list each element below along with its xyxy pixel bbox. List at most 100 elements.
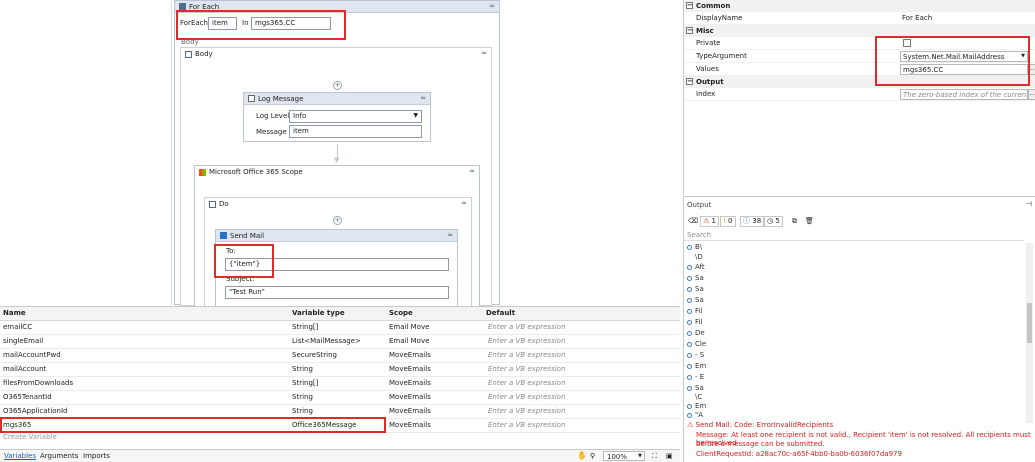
- copy-icon[interactable]: ⧉: [792, 217, 797, 226]
- collapse-icon[interactable]: ≈: [481, 50, 487, 57]
- info-filter-button[interactable]: ⓘ 38: [740, 216, 765, 227]
- variable-default-input[interactable]: Enter a VB expression: [488, 407, 565, 415]
- property-row-displayname[interactable]: DisplayName For Each: [684, 12, 1035, 25]
- log-line[interactable]: Fil: [687, 307, 702, 315]
- variable-scope[interactable]: MoveEmails: [389, 379, 431, 387]
- index-input[interactable]: The zero-based index of the current elem…: [900, 89, 1028, 100]
- variable-type[interactable]: String: [292, 393, 313, 401]
- variable-scope[interactable]: Email Move: [389, 323, 429, 331]
- pan-hand-icon[interactable]: ✋: [577, 451, 587, 460]
- properties-category-output[interactable]: − Output: [684, 76, 1035, 88]
- log-line[interactable]: - S: [687, 351, 704, 359]
- variable-default-input[interactable]: Enter a VB expression: [488, 365, 565, 373]
- log-line[interactable]: Sa: [687, 384, 704, 392]
- variable-scope[interactable]: MoveEmails: [389, 421, 431, 429]
- log-level-select[interactable]: Info ▼: [289, 110, 422, 123]
- variable-type[interactable]: String: [292, 365, 313, 373]
- table-row[interactable]: emailCC String[] Email Move Enter a VB e…: [0, 321, 680, 335]
- properties-category-misc[interactable]: − Misc: [684, 25, 1035, 37]
- display-name-value[interactable]: For Each: [902, 14, 932, 22]
- collapse-icon[interactable]: ≈: [469, 168, 475, 175]
- log-line[interactable]: Fil: [687, 318, 702, 326]
- variable-scope[interactable]: MoveEmails: [389, 351, 431, 359]
- column-header-default[interactable]: Default: [486, 309, 515, 317]
- table-row[interactable]: singleEmail List<MailMessage> Email Move…: [0, 335, 680, 349]
- property-row-values[interactable]: Values mgs365.CC ...: [684, 63, 1035, 76]
- output-scrollbar[interactable]: [1026, 243, 1033, 423]
- clear-icon[interactable]: ⌫: [688, 217, 698, 225]
- log-line[interactable]: \C: [695, 393, 702, 401]
- trash-icon[interactable]: 🗑: [805, 217, 814, 225]
- collapse-icon[interactable]: −: [686, 2, 693, 9]
- ellipsis-button[interactable]: ...: [1028, 89, 1035, 100]
- property-row-private[interactable]: Private: [684, 37, 1035, 50]
- variable-default-input[interactable]: Enter a VB expression: [488, 337, 565, 345]
- do-header[interactable]: Do ≈: [205, 198, 471, 210]
- variable-type[interactable]: Office365Message: [292, 421, 356, 429]
- variable-type[interactable]: String[]: [292, 323, 318, 331]
- create-variable-link[interactable]: Create Variable: [3, 433, 57, 441]
- scrollbar-thumb[interactable]: [1027, 303, 1032, 343]
- log-line[interactable]: "A: [687, 411, 703, 419]
- collapse-icon[interactable]: −: [686, 78, 693, 85]
- log-line[interactable]: Em: [687, 362, 706, 370]
- private-checkbox[interactable]: [903, 39, 911, 47]
- log-line[interactable]: Sa: [687, 285, 704, 293]
- properties-panel[interactable]: − Common DisplayName For Each − Misc Pri…: [683, 0, 1035, 195]
- zoom-search-icon[interactable]: ⚲: [590, 452, 595, 460]
- output-panel[interactable]: Output ⊣ ⌫ ⚠ 1 ! 0 ⓘ 38 ◷ 5 ⧉ 🗑 Search B…: [683, 196, 1035, 462]
- variable-scope[interactable]: Email Move: [389, 337, 429, 345]
- table-row[interactable]: O365TenantId String MoveEmails Enter a V…: [0, 391, 680, 405]
- log-message-header[interactable]: Log Message ≈: [244, 93, 430, 105]
- tab-variables[interactable]: Variables: [4, 452, 36, 460]
- type-argument-select[interactable]: System.Net.Mail.MailAddress ▼: [900, 51, 1028, 62]
- table-row[interactable]: O365ApplicationId String MoveEmails Ente…: [0, 405, 680, 419]
- table-row[interactable]: mailAccountPwd SecureString MoveEmails E…: [0, 349, 680, 363]
- table-row[interactable]: mailAccount String MoveEmails Enter a VB…: [0, 363, 680, 377]
- zoom-select[interactable]: 100% ▼: [603, 451, 645, 461]
- variable-scope[interactable]: MoveEmails: [389, 365, 431, 373]
- log-line[interactable]: Sa: [687, 274, 704, 282]
- foreach-in-input[interactable]: mgs365.CC: [251, 17, 331, 30]
- pin-icon[interactable]: ⊣: [1026, 200, 1032, 208]
- warnings-filter-button[interactable]: ! 0: [720, 216, 736, 227]
- log-line[interactable]: Cle: [687, 340, 706, 348]
- log-line[interactable]: Sa: [687, 296, 704, 304]
- collapse-icon[interactable]: ≈: [420, 95, 426, 102]
- variable-default-input[interactable]: Enter a VB expression: [488, 393, 565, 401]
- fit-screen-icon[interactable]: ⛶: [652, 452, 657, 461]
- variable-type[interactable]: String: [292, 407, 313, 415]
- subject-input[interactable]: "Test Run": [225, 286, 449, 299]
- office365-scope-header[interactable]: Microsoft Office 365 Scope ≈: [195, 166, 479, 178]
- property-row-index[interactable]: Index The zero-based index of the curren…: [684, 88, 1035, 101]
- error-line[interactable]: ⚠ Send Mail: Code: ErrorInvalidRecipient…: [687, 421, 833, 429]
- properties-category-common[interactable]: − Common: [684, 0, 1035, 12]
- table-row[interactable]: filesFromDownloads String[] MoveEmails E…: [0, 377, 680, 391]
- variable-default-input[interactable]: Enter a VB expression: [488, 351, 565, 359]
- column-header-scope[interactable]: Scope: [389, 309, 413, 317]
- workflow-designer[interactable]: For Each ≈ ForEach item In mgs365.CC Bod…: [0, 0, 680, 309]
- search-input[interactable]: Search: [684, 230, 1024, 241]
- overview-icon[interactable]: ▣: [666, 452, 673, 460]
- variable-default-input[interactable]: Enter a VB expression: [488, 323, 565, 331]
- variables-panel[interactable]: Name Variable type Scope Default emailCC…: [0, 306, 680, 462]
- office365-scope-activity[interactable]: Microsoft Office 365 Scope ≈ Do ≈ + Send…: [194, 165, 480, 309]
- send-mail-activity[interactable]: Send Mail ≈ To: {"item"} Subject: "Test …: [215, 229, 458, 309]
- variable-type[interactable]: List<MailMessage>: [292, 337, 361, 345]
- for-each-activity[interactable]: For Each ≈ ForEach item In mgs365.CC Bod…: [174, 0, 500, 309]
- variable-default-input[interactable]: Enter a VB expression: [488, 379, 565, 387]
- variable-default-input[interactable]: Enter a VB expression: [488, 421, 565, 429]
- log-line[interactable]: Em: [687, 402, 706, 410]
- property-row-typeargument[interactable]: TypeArgument System.Net.Mail.MailAddress…: [684, 50, 1035, 63]
- tab-imports[interactable]: Imports: [83, 452, 110, 460]
- variable-scope[interactable]: MoveEmails: [389, 407, 431, 415]
- body-header[interactable]: Body ≈: [181, 48, 491, 60]
- collapse-icon[interactable]: ≈: [461, 200, 467, 207]
- values-input[interactable]: mgs365.CC: [900, 64, 1028, 75]
- add-activity-icon[interactable]: +: [333, 216, 342, 225]
- log-message-activity[interactable]: Log Message ≈ Log Level Info ▼ Message i…: [243, 92, 431, 142]
- foreach-item-input[interactable]: item: [208, 17, 237, 30]
- variable-type[interactable]: String[]: [292, 379, 318, 387]
- tab-arguments[interactable]: Arguments: [40, 452, 78, 460]
- log-line[interactable]: \D: [695, 253, 703, 261]
